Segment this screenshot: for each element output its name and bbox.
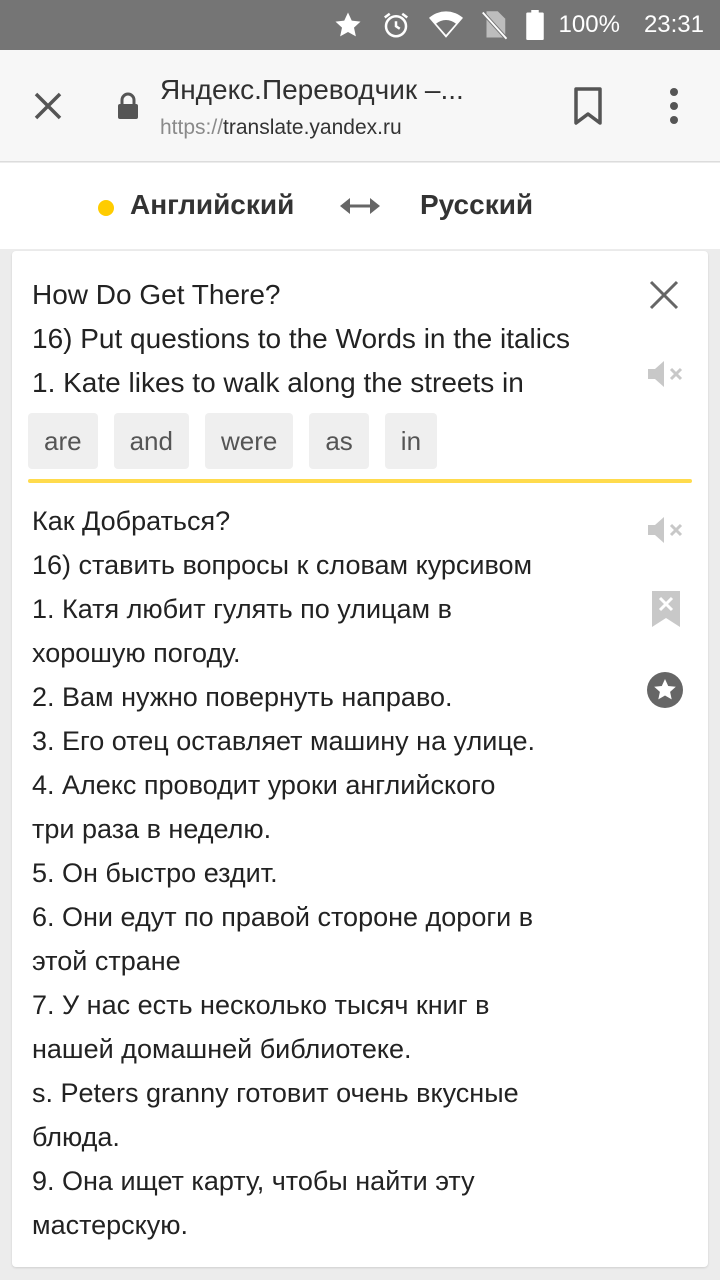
star-icon[interactable]	[646, 671, 684, 709]
translation-line: 2. Вам нужно повернуть направо.	[32, 682, 453, 712]
status-bar: 100% 23:31	[0, 0, 720, 50]
divider	[28, 479, 692, 483]
translation-line: хорошую погоду.	[32, 638, 241, 668]
url-bar[interactable]: https://translate.yandex.ru	[160, 116, 402, 140]
source-line: How Do Get There?	[32, 279, 281, 310]
translation-line: 1. Катя любит гулять по улицам в	[32, 594, 452, 624]
browser-toolbar: Яндекс.Переводчик –... https://translate…	[0, 50, 720, 162]
no-sim-icon	[480, 10, 507, 40]
translation-line: 3. Его отец оставляет машину на улице.	[32, 726, 536, 756]
clock: 23:31	[643, 11, 704, 38]
translator-page: Английский Русский How Do Get There? 16)…	[0, 163, 720, 1280]
translation-line: блюда.	[32, 1122, 120, 1152]
language-selector: Английский Русский	[0, 163, 720, 249]
suggestions-row: are and were as in	[28, 413, 453, 469]
source-language[interactable]: Английский	[130, 189, 294, 221]
alarm-icon	[381, 10, 411, 40]
translation-line: мастерскую.	[32, 1210, 189, 1240]
battery-level: 100%	[558, 11, 620, 38]
translation-line: 7. У нас есть несколько тысяч книг в	[32, 990, 490, 1020]
close-icon[interactable]	[28, 86, 68, 126]
suggestion-chip[interactable]: in	[384, 413, 438, 469]
translation-line: 6. Они едут по правой стороне дороги в	[32, 902, 534, 932]
more-vert-icon[interactable]	[664, 86, 684, 126]
translation-line: Как Добраться?	[32, 506, 231, 536]
translation-output: Как Добраться? 16) ставить вопросы к сло…	[32, 499, 632, 1247]
suggestion-chip[interactable]: as	[309, 413, 369, 469]
lock-icon	[116, 92, 140, 120]
battery-icon	[525, 10, 545, 40]
translation-line: нашей домашней библиотеке.	[32, 1034, 412, 1064]
translation-line: s. Peters granny готовит очень вкусные	[32, 1078, 519, 1108]
translation-line: три раза в неделю.	[32, 814, 272, 844]
translation-line: этой стране	[32, 946, 181, 976]
speaker-muted-icon[interactable]	[646, 515, 686, 545]
translation-line: 16) ставить вопросы к словам курсивом	[32, 550, 533, 580]
wifi-icon	[428, 10, 463, 40]
speaker-muted-icon[interactable]	[646, 359, 686, 389]
url-scheme: https://	[160, 116, 224, 139]
source-line: 16) Put questions to the Words in the it…	[32, 323, 570, 354]
star-icon	[333, 10, 363, 40]
swap-arrows-icon[interactable]	[338, 193, 382, 219]
suggestion-chip[interactable]: are	[28, 413, 98, 469]
url-host: translate.yandex.ru	[223, 116, 402, 139]
translation-card: How Do Get There? 16) Put questions to t…	[12, 251, 708, 1267]
translation-line: 9. Она ищет карту, чтобы найти эту	[32, 1166, 475, 1196]
add-bookmark-icon[interactable]	[650, 589, 682, 629]
target-language[interactable]: Русский	[420, 189, 533, 221]
source-line: 1. Kate likes to walk along the streets …	[32, 367, 524, 398]
clear-text-icon[interactable]	[648, 279, 680, 311]
translation-line: 5. Он быстро ездит.	[32, 858, 278, 888]
page-title[interactable]: Яндекс.Переводчик –...	[160, 74, 464, 106]
source-text-input[interactable]: How Do Get There? 16) Put questions to t…	[32, 273, 622, 405]
suggestion-chip[interactable]: and	[113, 413, 189, 469]
active-language-dot	[98, 200, 114, 216]
translation-line: 4. Алекс проводит уроки английского	[32, 770, 496, 800]
suggestion-chip[interactable]: were	[204, 413, 294, 469]
bookmark-icon[interactable]	[572, 86, 604, 126]
